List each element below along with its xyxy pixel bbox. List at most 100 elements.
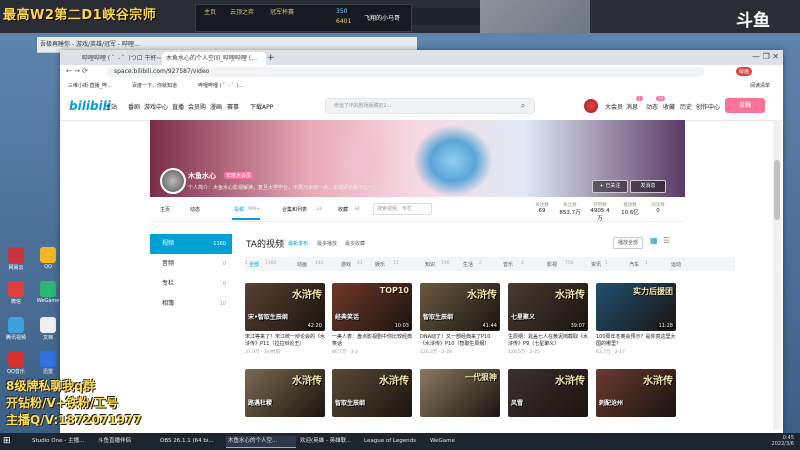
sort-most-played[interactable]: 最多播放 bbox=[317, 240, 337, 247]
category-filter-item[interactable]: 游戏 bbox=[341, 261, 351, 268]
nav-vip[interactable]: 大会员 bbox=[605, 102, 623, 111]
video-thumbnail[interactable]: 水浒传 七星聚义 39:07 bbox=[508, 283, 588, 331]
video-thumbnail[interactable]: 一代狠神 bbox=[420, 369, 500, 417]
nav-shop[interactable]: 会员购 bbox=[188, 102, 206, 111]
taskbar-item-lol[interactable]: League of Legends bbox=[362, 436, 426, 447]
url-input[interactable]: space.bilibili.com/927587/video bbox=[106, 67, 704, 77]
system-tray-clock[interactable]: 0:45 2022/3/6 bbox=[772, 435, 794, 447]
taskbar-item-obs[interactable]: OBS 26.1.1 (64 bi... bbox=[158, 436, 224, 447]
video-title[interactable]: 100周年冬奥会预示？是你真这里大国的哪里？ bbox=[596, 334, 676, 348]
desktop-icon-qqmusic[interactable] bbox=[8, 351, 24, 367]
desktop-icon-netease[interactable] bbox=[8, 247, 24, 263]
search-box[interactable]: 命运了IF的剧场版确定2... ⌕ bbox=[325, 98, 535, 114]
menu-article[interactable]: 专栏 0 bbox=[150, 274, 232, 294]
category-filter-item[interactable]: 汽车 bbox=[629, 261, 639, 268]
search-icon[interactable]: ⌕ bbox=[514, 100, 532, 111]
bookmark-3[interactable]: 哔哩哔哩 ( ゜- ゜)... bbox=[198, 82, 243, 89]
back-forward-reload-icon[interactable]: ← → ⟳ bbox=[66, 67, 88, 75]
message-button[interactable]: 发消息 bbox=[630, 180, 666, 193]
video-thumbnail[interactable]: 水浒传 风雪 bbox=[508, 369, 588, 417]
pnav-home[interactable]: 主页 bbox=[160, 206, 170, 213]
taskbar-item-browser[interactable]: 木鱼水心的个人空... bbox=[226, 436, 296, 448]
desktop-icon-thunder[interactable] bbox=[40, 351, 56, 367]
hud-tab-home[interactable]: 主页 bbox=[204, 7, 216, 16]
start-menu-icon[interactable]: ⊞ bbox=[3, 436, 11, 446]
list-view-icon[interactable]: ☰ bbox=[663, 236, 670, 245]
category-filter-item[interactable]: 知识 bbox=[425, 261, 435, 268]
pnav-collections[interactable]: 合集和列表 bbox=[282, 206, 307, 213]
nav-esports[interactable]: 赛事 bbox=[227, 102, 239, 111]
nav-download[interactable]: 下载APP bbox=[250, 102, 273, 111]
menu-audio[interactable]: 音频 0 bbox=[150, 254, 232, 274]
video-thumbnail[interactable]: TOP10 经典笑话 10:03 bbox=[332, 283, 412, 331]
bookmark-2[interactable]: 百度一下，你就知道 bbox=[132, 82, 177, 89]
pnav-videos[interactable]: 投稿 bbox=[234, 206, 244, 213]
video-thumbnail[interactable]: 水浒传 宋•智取生辰纲 42:20 bbox=[245, 283, 325, 331]
follow-button[interactable]: + 已关注 bbox=[592, 180, 628, 193]
category-filter-item[interactable]: 生活 bbox=[463, 261, 473, 268]
video-thumbnail[interactable]: 水浒传 智取生辰纲 41:44 bbox=[420, 283, 500, 331]
desktop-icon-wechat[interactable] bbox=[8, 281, 24, 297]
pnav-dynamic[interactable]: 动态 bbox=[190, 206, 200, 213]
taskbar-item-wegame[interactable]: WeGame bbox=[428, 436, 478, 447]
sort-most-favorited[interactable]: 最多收藏 bbox=[345, 240, 365, 247]
desktop-icon-doc[interactable] bbox=[40, 317, 56, 333]
nav-main[interactable]: 主站 bbox=[105, 102, 117, 111]
menu-video[interactable]: 视频 1160 bbox=[150, 234, 232, 254]
search-input[interactable]: 命运了IF的剧场版确定2... bbox=[334, 102, 391, 109]
taskbar-item-douyu[interactable]: 斗鱼直播伴侣 bbox=[96, 436, 156, 447]
video-title[interactable]: DNA动了！又一部经典来了P10《水浒传》P10（智取生辰纲） bbox=[420, 334, 500, 348]
desktop-icon-qq[interactable] bbox=[40, 247, 56, 263]
window-controls[interactable]: — ❐ ✕ bbox=[752, 52, 779, 61]
nav-game[interactable]: 游戏中心 bbox=[144, 102, 168, 111]
video-thumbnail[interactable]: 水浒传 刺配沧州 bbox=[596, 369, 676, 417]
video-title[interactable]: 生辰纲：晁盖七人在黄泥岗截取《水浒传》P9（七星聚义） bbox=[508, 334, 588, 348]
category-filter-item[interactable]: 音乐 bbox=[503, 261, 513, 268]
tab-profile[interactable]: 木鱼水心的个人空间_哔哩哔哩 (... bbox=[162, 52, 266, 65]
reading-list[interactable]: 阅读清单 bbox=[750, 82, 770, 89]
hud-tab-cup[interactable]: 冠军杯赛 bbox=[270, 7, 294, 16]
taskbar-item-studio-one[interactable]: Studio One - 主播... bbox=[30, 436, 94, 447]
upload-button[interactable]: 投稿 bbox=[725, 98, 765, 113]
desktop-icon-video[interactable] bbox=[8, 317, 24, 333]
category-filter-item[interactable]: 影视 bbox=[547, 261, 557, 268]
bookmark-1[interactable]: 三维小街 直播_哔... bbox=[68, 82, 112, 89]
profile-search-input[interactable]: 搜索视频、专栏 bbox=[373, 203, 432, 215]
nav-manga[interactable]: 漫画 bbox=[210, 102, 222, 111]
category-filter-item[interactable]: 娱乐 bbox=[375, 261, 385, 268]
nav-creator[interactable]: 创作中心 bbox=[696, 102, 720, 111]
pnav-favorites[interactable]: 收藏 bbox=[338, 206, 348, 213]
nav-anime[interactable]: 番剧 bbox=[128, 102, 140, 111]
nav-history[interactable]: 历史 bbox=[680, 102, 692, 111]
category-filter-item[interactable]: 运动 bbox=[671, 261, 681, 268]
user-avatar[interactable] bbox=[584, 99, 598, 113]
scrollbar-thumb[interactable] bbox=[774, 160, 780, 220]
nav-dynamic[interactable]: 动态 bbox=[646, 102, 658, 111]
background-tab[interactable]: 吾极再睡你 - 游戏/英雄/冠军 - 哔哩... bbox=[40, 39, 140, 48]
sort-latest[interactable]: 最新发布 bbox=[288, 240, 308, 247]
video-title[interactable]: 宋江等来了！宋江统一辩论会的《水浒传》P11（拉拉辩论王） bbox=[245, 334, 325, 348]
nav-favorites[interactable]: 收藏 bbox=[663, 102, 675, 111]
category-filter-item[interactable]: 动画 bbox=[297, 261, 307, 268]
video-thumbnail[interactable]: 实力后援团 11:28 bbox=[596, 283, 676, 331]
video-thumbnail[interactable]: 水浒传 智取生辰纲 bbox=[332, 369, 412, 417]
video-thumbnail[interactable]: 水浒传 路遇杜稷 bbox=[245, 369, 325, 417]
extension-badge[interactable]: 绘画 bbox=[736, 67, 753, 76]
new-tab-icon[interactable]: + bbox=[263, 52, 279, 65]
category-filter-item[interactable]: 资讯 bbox=[591, 261, 601, 268]
category-filter-item[interactable]: 全部 bbox=[249, 261, 259, 268]
menu-album[interactable]: 相簿 10 bbox=[150, 294, 232, 314]
desktop-icon-wegame[interactable] bbox=[40, 281, 56, 297]
video-duration: 41:44 bbox=[481, 323, 498, 329]
uploader-avatar[interactable] bbox=[160, 168, 186, 194]
nav-message[interactable]: 消息 bbox=[626, 102, 638, 111]
tab-bilibili-home[interactable]: 哔哩哔哩 ( ゜- ゜)つロ 干杯~-bi... bbox=[78, 52, 164, 65]
grid-view-icon[interactable]: ▦ bbox=[650, 236, 658, 245]
nav-live[interactable]: 直播 bbox=[172, 102, 184, 111]
page-scrollbar[interactable] bbox=[773, 120, 781, 430]
hud-tab-tft[interactable]: 云顶之弈 bbox=[230, 7, 254, 16]
taskbar-item-client[interactable]: 欢迎(英雄 - 英雄联... bbox=[298, 436, 360, 447]
video-title[interactable]: 一美人表：盘点影视剧中你比较经典笑话 bbox=[332, 334, 412, 348]
content-type-menu: 视频 1160 音频 0 专栏 0 相簿 10 bbox=[150, 234, 232, 324]
play-all-button[interactable]: 播放全部 bbox=[613, 237, 643, 249]
